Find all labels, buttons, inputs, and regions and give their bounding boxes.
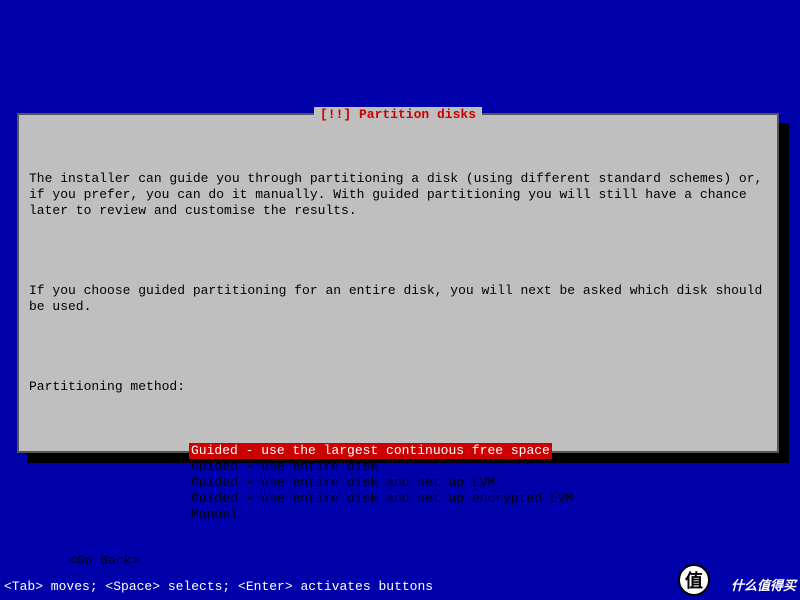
option-guided-encrypted-lvm[interactable]: Guided - use entire disk and set up encr… xyxy=(189,491,575,507)
dialog-title: [!!] Partition disks xyxy=(314,107,482,122)
option-guided-free-space[interactable]: Guided - use the largest continuous free… xyxy=(189,443,552,459)
dialog-body: The installer can guide you through part… xyxy=(29,139,767,427)
watermark-text: 什么值得买 xyxy=(731,575,796,594)
dialog-paragraph-1: The installer can guide you through part… xyxy=(29,171,767,219)
watermark-badge-text: 值 xyxy=(685,567,703,593)
dialog-prompt: Partitioning method: xyxy=(29,379,767,395)
option-guided-lvm[interactable]: Guided - use entire disk and set up LVM xyxy=(189,475,497,491)
partition-dialog: [!!] Partition disks The installer can g… xyxy=(17,113,779,453)
dialog-title-wrap: [!!] Partition disks xyxy=(19,107,777,122)
option-guided-entire-disk[interactable]: Guided - use entire disk xyxy=(189,459,380,475)
options-list: Guided - use the largest continuous free… xyxy=(189,443,767,523)
dialog-paragraph-2: If you choose guided partitioning for an… xyxy=(29,283,767,315)
option-manual[interactable]: Manual xyxy=(189,507,240,523)
watermark-badge-icon: 值 xyxy=(678,564,710,596)
go-back-button[interactable]: <Go Back> xyxy=(69,553,767,568)
status-bar: <Tab> moves; <Space> selects; <Enter> ac… xyxy=(4,579,433,594)
